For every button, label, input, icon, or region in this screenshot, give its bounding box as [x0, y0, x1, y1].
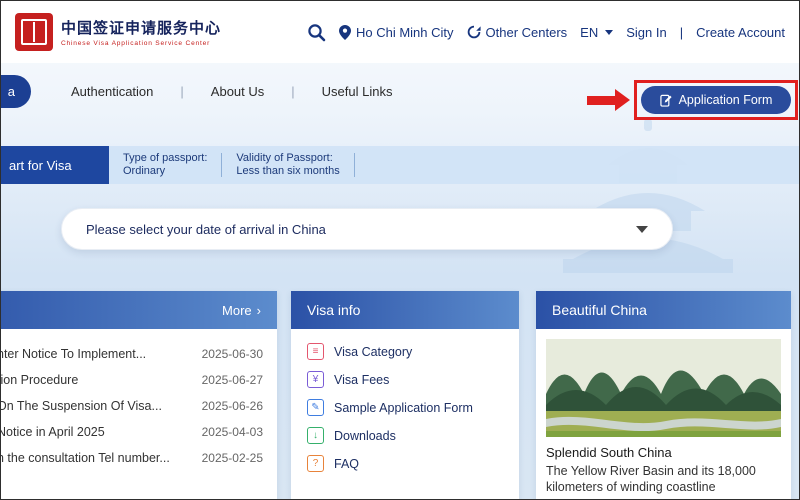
photo-caption: Splendid South China: [546, 445, 781, 460]
visa-info-item-sample-form[interactable]: ✎ Sample Application Form: [307, 399, 503, 416]
nav-separator: |: [291, 84, 294, 99]
arrival-date-placeholder: Please select your date of arrival in Ch…: [86, 222, 326, 237]
passport-validity-filter[interactable]: Validity of Passport: Less than six mont…: [222, 146, 353, 184]
photo-description: The Yellow River Basin and its 18,000 ki…: [546, 463, 781, 495]
downloads-icon: ↓: [307, 427, 324, 444]
news-item[interactable]: n the consultation Tel number... 2025-02…: [0, 445, 263, 471]
arrival-date-select[interactable]: Please select your date of arrival in Ch…: [61, 208, 673, 250]
search-icon[interactable]: [307, 23, 326, 42]
other-centers-label: Other Centers: [486, 25, 568, 40]
filter-tab-partial[interactable]: art for Visa: [1, 146, 109, 184]
news-item[interactable]: nter Notice To Implement... 2025-06-30: [0, 341, 263, 367]
chevron-down-icon: [605, 30, 613, 35]
language-selector[interactable]: EN: [580, 25, 613, 40]
news-item[interactable]: On The Suspension Of Visa... 2025-06-26: [0, 393, 263, 419]
create-account-link[interactable]: Create Account: [696, 25, 785, 40]
logo-title-en: Chinese Visa Application Service Center: [61, 40, 221, 47]
visa-info-item-fees[interactable]: ¥ Visa Fees: [307, 371, 503, 388]
news-item[interactable]: Notice in April 2025 2025-04-03: [0, 419, 263, 445]
site-logo[interactable]: 中国签证申请服务中心 Chinese Visa Application Serv…: [15, 13, 221, 51]
nav-item-useful-links[interactable]: Useful Links: [322, 84, 393, 99]
site-header: 中国签证申请服务中心 Chinese Visa Application Serv…: [1, 1, 799, 63]
passport-type-filter[interactable]: Type of passport: Ordinary: [109, 146, 221, 184]
header-separator: |: [680, 25, 683, 40]
landscape-photo[interactable]: [546, 339, 781, 437]
news-card: More › nter Notice To Implement... 2025-…: [0, 291, 277, 500]
visa-info-item-faq[interactable]: ? FAQ: [307, 455, 503, 472]
visa-filter-bar: art for Visa Type of passport: Ordinary …: [1, 146, 799, 184]
sample-form-icon: ✎: [307, 399, 324, 416]
location-pin-icon: [339, 25, 351, 40]
application-form-button[interactable]: Application Form: [641, 86, 791, 114]
language-label: EN: [580, 25, 598, 40]
news-item[interactable]: tion Procedure 2025-06-27: [0, 367, 263, 393]
beautiful-china-title: Beautiful China: [536, 291, 791, 329]
faq-icon: ?: [307, 455, 324, 472]
nav-separator: |: [180, 84, 183, 99]
annotation-highlight-box: Application Form: [634, 80, 798, 120]
news-more-link[interactable]: More ›: [0, 291, 277, 329]
visa-fees-icon: ¥: [307, 371, 324, 388]
other-centers-link[interactable]: Other Centers: [467, 25, 568, 40]
sign-in-link[interactable]: Sign In: [626, 25, 666, 40]
city-selector[interactable]: Ho Chi Minh City: [339, 25, 454, 40]
visa-info-item-category[interactable]: ≡ Visa Category: [307, 343, 503, 360]
form-edit-icon: [660, 94, 673, 107]
nav-item-authentication[interactable]: Authentication: [71, 84, 153, 99]
logo-emblem-icon: [15, 13, 53, 51]
temple-silhouette-decor: [543, 113, 753, 283]
visa-info-title: Visa info: [291, 291, 519, 329]
chevron-right-icon: ›: [257, 303, 261, 318]
logo-title-cn: 中国签证申请服务中心: [61, 17, 221, 38]
header-actions: Ho Chi Minh City Other Centers EN Sign I…: [307, 23, 785, 42]
visa-info-item-downloads[interactable]: ↓ Downloads: [307, 427, 503, 444]
filter-divider: [354, 153, 355, 177]
nav-active-tab-partial[interactable]: a: [0, 75, 31, 108]
refresh-icon: [467, 25, 481, 39]
visa-category-icon: ≡: [307, 343, 324, 360]
beautiful-china-card: Beautiful China Splendid South China The…: [536, 291, 791, 500]
chevron-down-icon: [636, 226, 648, 233]
visa-center-page: 中国签证申请服务中心 Chinese Visa Application Serv…: [0, 0, 800, 500]
nav-item-about-us[interactable]: About Us: [211, 84, 264, 99]
visa-info-card: Visa info ≡ Visa Category ¥ Visa Fees ✎ …: [291, 291, 519, 500]
city-label: Ho Chi Minh City: [356, 25, 454, 40]
